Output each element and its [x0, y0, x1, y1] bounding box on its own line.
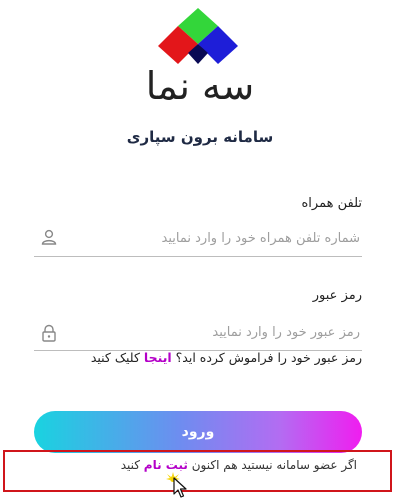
- login-button[interactable]: ورود: [34, 411, 362, 453]
- forgot-password-suffix: کلیک کنید: [90, 350, 140, 365]
- phone-input[interactable]: [68, 220, 362, 256]
- forgot-password-text: رمز عبور خود را فراموش کرده اید؟ اینجا ک…: [91, 350, 362, 365]
- register-prompt-text: اگر عضو سامانه نیستید هم اکنون: [191, 458, 357, 472]
- forgot-password-question: رمز عبور خود را فراموش کرده اید؟: [175, 350, 362, 365]
- forgot-password-link[interactable]: اینجا: [144, 350, 172, 365]
- password-field-container: [34, 314, 362, 351]
- brand-name: سه نما: [145, 64, 255, 108]
- mouse-cursor-icon: [166, 472, 187, 498]
- user-icon: [41, 229, 57, 245]
- page-subtitle: سامانه برون سپاری: [126, 128, 274, 146]
- phone-label: تلفن همراه: [301, 196, 363, 211]
- password-input[interactable]: [68, 314, 362, 350]
- register-prompt: اگر عضو سامانه نیستید هم اکنون ثبت نام ک…: [121, 458, 357, 472]
- register-prompt-suffix: کنید: [120, 458, 140, 472]
- register-highlight-box: اگر عضو سامانه نیستید هم اکنون ثبت نام ک…: [3, 450, 392, 492]
- register-link[interactable]: ثبت نام: [144, 458, 188, 472]
- lock-icon: [42, 324, 56, 342]
- password-label: رمز عبور: [312, 288, 362, 303]
- phone-field-container: [34, 220, 362, 257]
